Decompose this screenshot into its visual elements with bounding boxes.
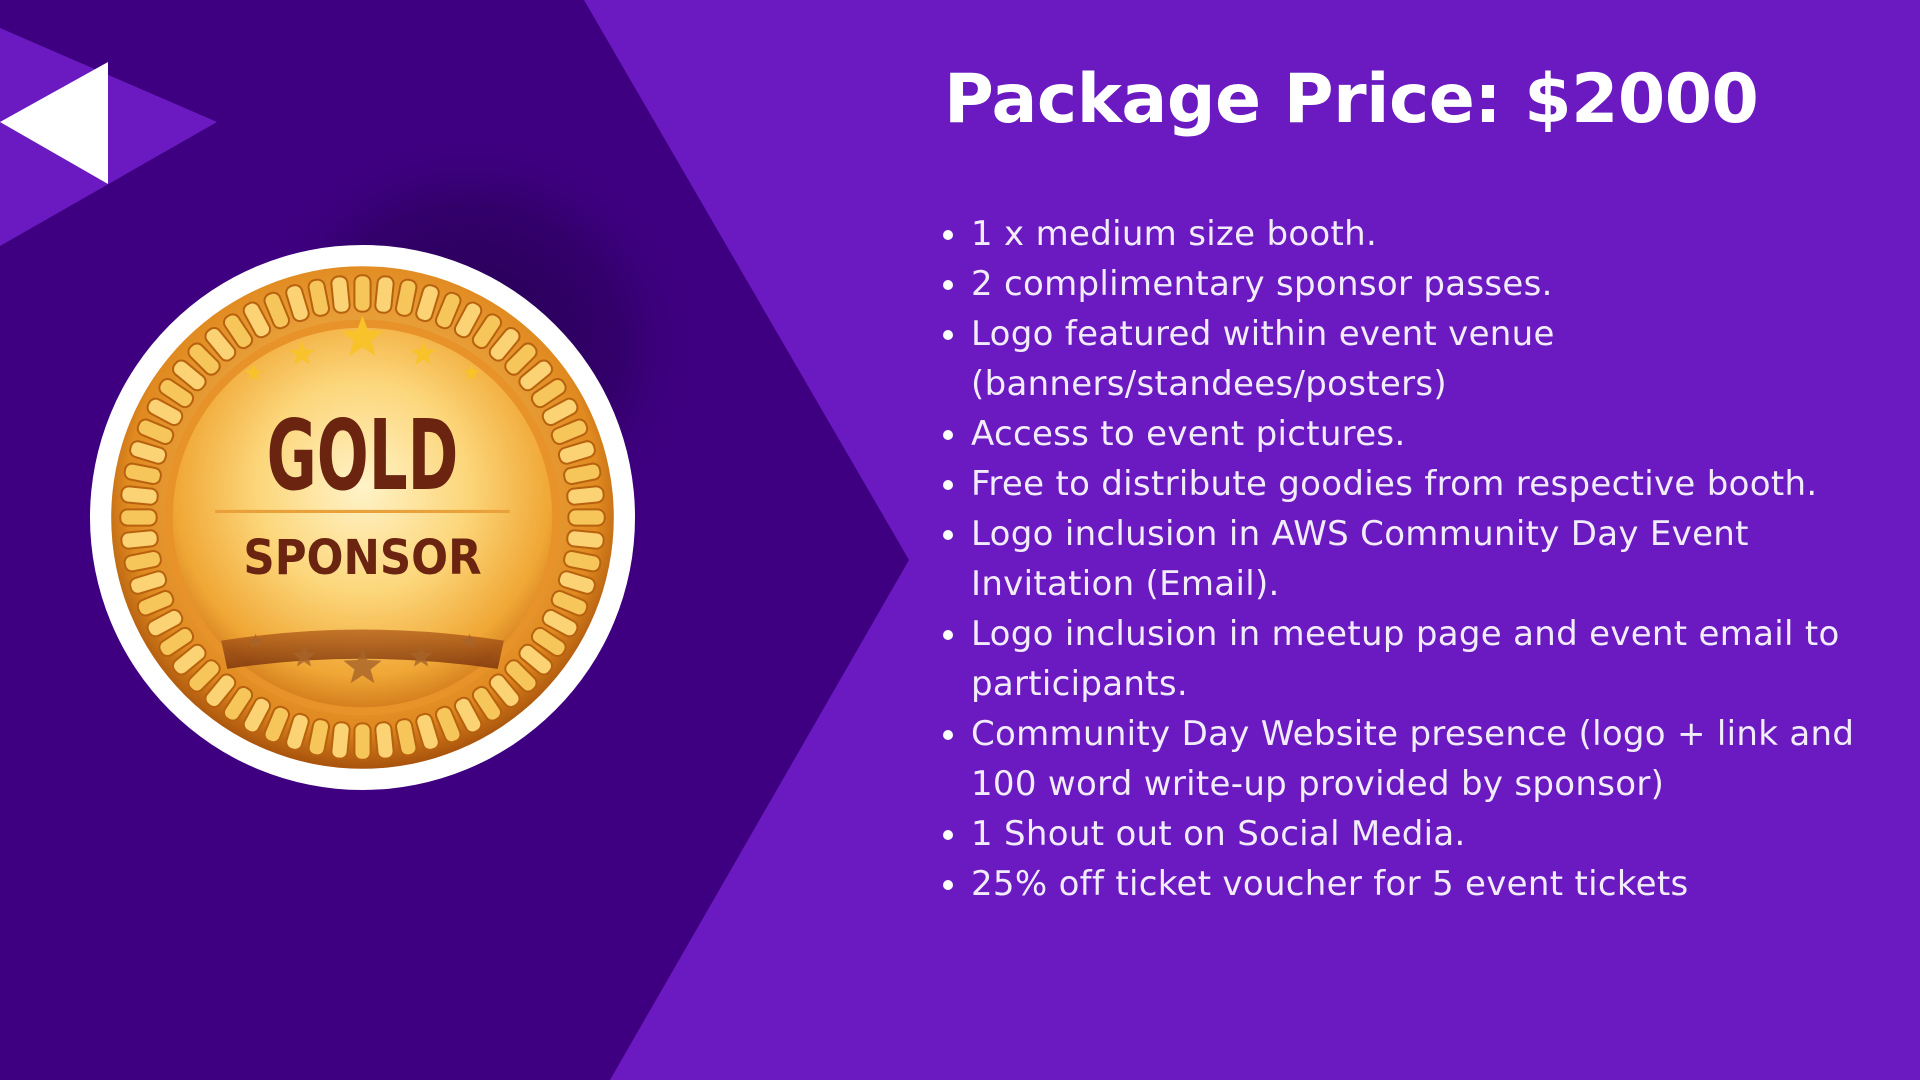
feature-item: 25% off ticket voucher for 5 event ticke… bbox=[940, 859, 1900, 909]
feature-item: 1 Shout out on Social Media. bbox=[940, 809, 1900, 859]
feature-item: Logo featured within event venue (banner… bbox=[940, 309, 1900, 409]
feature-item: Logo inclusion in meetup page and event … bbox=[940, 609, 1900, 709]
feature-item: Free to distribute goodies from respecti… bbox=[940, 459, 1900, 509]
feature-item: Access to event pictures. bbox=[940, 409, 1900, 459]
feature-item: 1 x medium size booth. bbox=[940, 209, 1900, 259]
package-features-list: 1 x medium size booth. 2 complimentary s… bbox=[940, 209, 1900, 909]
badge-gold-text: GOLD bbox=[267, 399, 459, 512]
gold-sponsor-badge: GOLD SPONSOR bbox=[90, 245, 635, 790]
feature-item: 2 complimentary sponsor passes. bbox=[940, 259, 1900, 309]
badge-sponsor-text: SPONSOR bbox=[243, 530, 481, 586]
feature-item: Community Day Website presence (logo + l… bbox=[940, 709, 1900, 809]
feature-item: Logo inclusion in AWS Community Day Even… bbox=[940, 509, 1900, 609]
package-price-title: Package Price: $2000 bbox=[944, 60, 1759, 139]
